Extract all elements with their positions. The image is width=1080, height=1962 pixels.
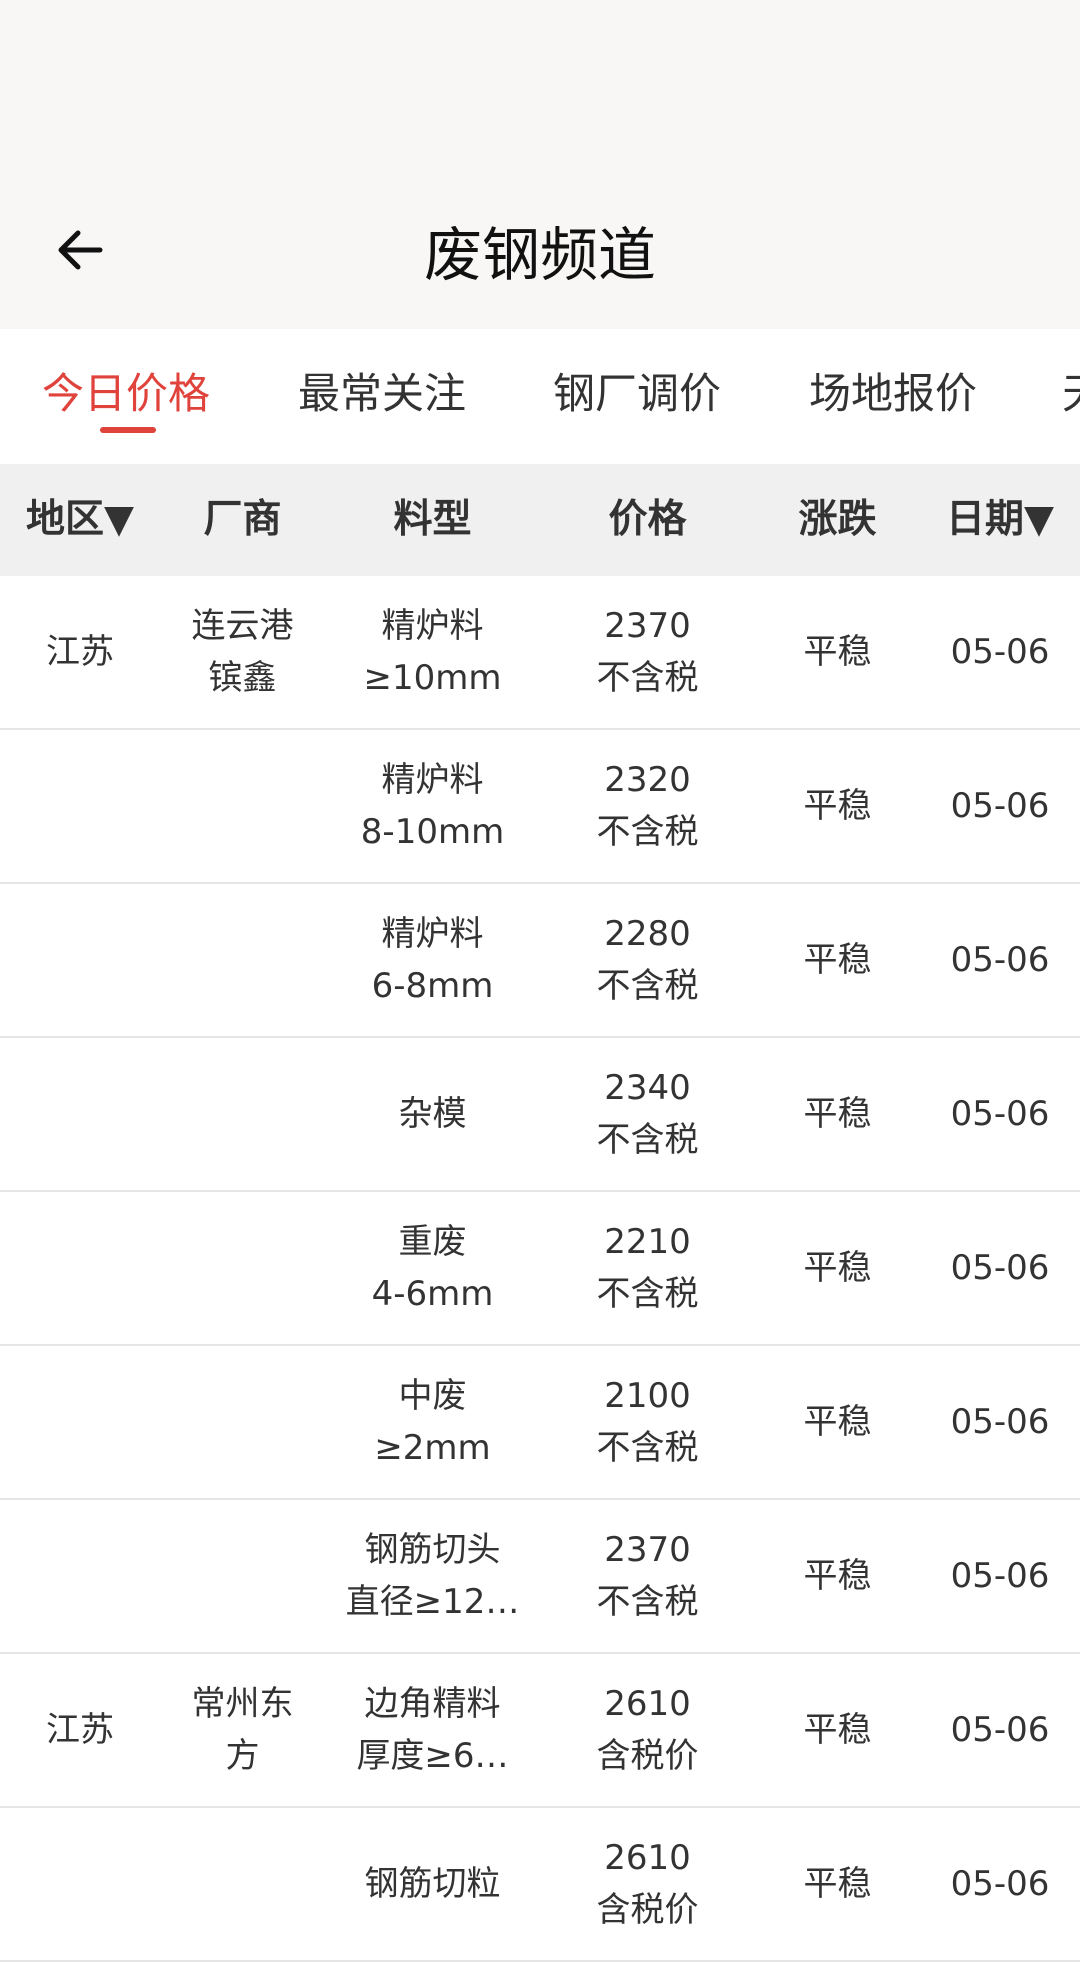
trend-cell: 平稳 [803, 1864, 872, 1904]
date-cell: 05-06 [950, 1094, 1050, 1134]
price-cell: 2280 不含税 [596, 914, 699, 1006]
region-cell [0, 1192, 160, 1344]
trend-cell: 平稳 [803, 1094, 872, 1134]
material-type-cell: 精炉料 ≥10mm [363, 606, 502, 698]
trend-cell: 平稳 [803, 1248, 872, 1288]
vendor-cell [160, 730, 325, 882]
trend-cell: 平稳 [803, 1402, 872, 1442]
tab-yard-quote[interactable]: 场地报价 [809, 359, 977, 429]
material-type-cell: 边角精料 厚度≥6… [356, 1684, 509, 1776]
material-type-cell: 钢筋切粒 [364, 1864, 501, 1904]
price-cell: 2610 含税价 [596, 1684, 699, 1776]
region-cell [0, 884, 160, 1036]
column-header-material-type: 料型 [393, 497, 472, 542]
price-cell: 2370 不含税 [596, 1530, 699, 1622]
material-type-cell: 精炉料 6-8mm [371, 914, 494, 1006]
date-cell: 05-06 [950, 1556, 1050, 1596]
column-header-region[interactable]: 地区▼ [0, 464, 160, 576]
date-cell: 05-06 [950, 940, 1050, 980]
price-cell: 2370 不含税 [596, 606, 699, 698]
region-cell: 江苏 [46, 632, 114, 672]
page-title: 废钢频道 [423, 221, 656, 289]
trend-cell: 平稳 [803, 1710, 872, 1750]
vendor-cell [160, 1038, 325, 1190]
vendor-cell: 连云港 镔鑫 [191, 606, 294, 698]
region-cell [0, 1500, 160, 1652]
price-cell: 2100 不含税 [596, 1376, 699, 1468]
table-row[interactable]: 中废 ≥2mm 2100 不含税 平稳 05-06 [0, 1346, 1080, 1500]
column-header-change: 涨跌 [798, 497, 877, 542]
column-header-price: 价格 [608, 497, 687, 542]
table-row[interactable]: 钢筋切粒 2610 含税价 平稳 05-06 [0, 1808, 1080, 1962]
vendor-cell [160, 884, 325, 1036]
trend-cell: 平稳 [803, 786, 872, 826]
price-cell: 2320 不含税 [596, 760, 699, 852]
table-row[interactable]: 江苏 连云港 镔鑫 精炉料 ≥10mm 2370 不含税 平稳 05-06 [0, 576, 1080, 730]
table-header: 地区▼ 厂商 料型 价格 涨跌 日期▼ [0, 464, 1080, 576]
material-type-cell: 杂模 [398, 1094, 467, 1134]
region-cell [0, 1346, 160, 1498]
date-cell: 05-06 [950, 1710, 1050, 1750]
date-cell: 05-06 [950, 632, 1050, 672]
region-cell [0, 730, 160, 882]
date-cell: 05-06 [950, 1402, 1050, 1442]
region-cell [0, 1038, 160, 1190]
column-header-vendor: 厂商 [203, 497, 282, 542]
date-cell: 05-06 [950, 1864, 1050, 1904]
material-type-cell: 中废 ≥2mm [374, 1376, 491, 1468]
vendor-cell [160, 1808, 325, 1960]
tab-more[interactable]: 天 [1062, 359, 1080, 429]
table-row[interactable]: 钢筋切头 直径≥12… 2370 不含税 平稳 05-06 [0, 1500, 1080, 1654]
vendor-cell: 常州东方 [191, 1684, 294, 1776]
tab-bar: 今日价格 最常关注 钢厂调价 场地报价 天 [0, 329, 1080, 464]
vendor-cell [160, 1346, 325, 1498]
price-cell: 2210 不含税 [596, 1222, 699, 1314]
trend-cell: 平稳 [803, 940, 872, 980]
tab-today-price[interactable]: 今日价格 [42, 359, 210, 429]
table-row[interactable]: 杂模 2340 不含税 平稳 05-06 [0, 1038, 1080, 1192]
material-type-cell: 钢筋切头 直径≥12… [345, 1530, 520, 1622]
active-tab-indicator [100, 427, 156, 433]
region-cell [0, 1808, 160, 1960]
date-cell: 05-06 [950, 1248, 1050, 1288]
trend-cell: 平稳 [803, 632, 872, 672]
vendor-cell [160, 1500, 325, 1652]
table-row[interactable]: 精炉料 8-10mm 2320 不含税 平稳 05-06 [0, 730, 1080, 884]
column-header-date[interactable]: 日期▼ [920, 464, 1080, 576]
table-row[interactable]: 重废 4-6mm 2210 不含税 平稳 05-06 [0, 1192, 1080, 1346]
table-row[interactable]: 江苏 常州东方 边角精料 厚度≥6… 2610 含税价 平稳 05-06 [0, 1654, 1080, 1808]
material-type-cell: 重废 4-6mm [371, 1222, 494, 1314]
vendor-cell [160, 1192, 325, 1344]
region-cell: 江苏 [46, 1710, 114, 1750]
tab-most-followed[interactable]: 最常关注 [298, 359, 466, 429]
price-cell: 2610 含税价 [596, 1838, 699, 1930]
table-row[interactable]: 精炉料 6-8mm 2280 不含税 平稳 05-06 [0, 884, 1080, 1038]
app-header: 废钢频道 [0, 0, 1080, 329]
date-cell: 05-06 [950, 786, 1050, 826]
tab-mill-price-adjust[interactable]: 钢厂调价 [553, 359, 721, 429]
material-type-cell: 精炉料 8-10mm [360, 760, 505, 852]
trend-cell: 平稳 [803, 1556, 872, 1596]
price-cell: 2340 不含税 [596, 1068, 699, 1160]
